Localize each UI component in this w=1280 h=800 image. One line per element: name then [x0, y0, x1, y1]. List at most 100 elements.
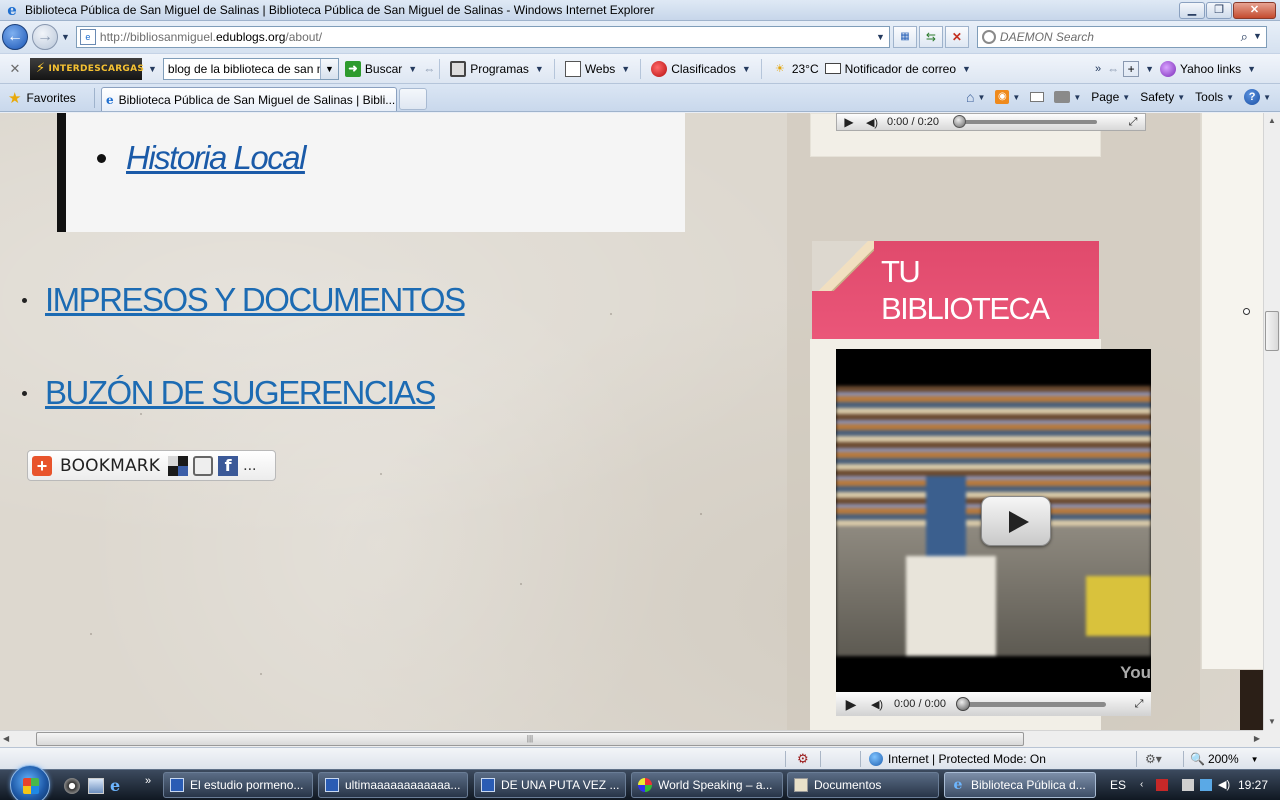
notificador-dropdown-icon[interactable]: ▼ [962, 64, 971, 74]
maximize-button[interactable]: ❐ [1206, 2, 1232, 19]
impresos-documentos-link[interactable]: IMPRESOS Y DOCUMENTOS [45, 281, 466, 319]
safety-menu[interactable]: Safety ▼ [1137, 87, 1188, 107]
scroll-down-icon[interactable]: ▼ [1264, 714, 1280, 730]
print-dropdown-icon[interactable]: ▼ [1073, 93, 1081, 102]
volume-icon[interactable]: ◀) [1218, 779, 1230, 791]
fullscreen-icon[interactable]: ⤢ [1127, 698, 1151, 711]
horizontal-scrollbar[interactable]: ◀ ||| ▶ [0, 730, 1263, 747]
taskbar-item[interactable]: El estudio pormeno... [163, 772, 313, 798]
horizontal-scroll-thumb[interactable]: ||| [36, 732, 1024, 746]
yahoo-dropdown-icon[interactable]: ▼ [1247, 64, 1256, 74]
scroll-right-icon[interactable]: ▶ [1254, 731, 1260, 747]
scroll-up-icon[interactable]: ▲ [1264, 113, 1280, 129]
youtube-logo[interactable]: You [1120, 663, 1151, 683]
yahoo-links-button[interactable]: Yahoo links [1160, 60, 1241, 77]
play-icon[interactable]: ▶ [837, 115, 861, 129]
popup-blocker-icon[interactable]: ⚙ [797, 750, 809, 768]
stop-icon[interactable]: ✕ [944, 26, 969, 48]
fullscreen-icon[interactable]: ⤢ [1121, 116, 1145, 129]
add-dropdown-icon[interactable]: ▼ [1145, 64, 1154, 74]
show-desktop-icon[interactable] [88, 778, 104, 794]
taskbar-item[interactable]: World Speaking – a... [631, 772, 783, 798]
toolbar-search-input[interactable]: blog de la biblioteca de san migu ▼ [162, 57, 339, 80]
digg-icon[interactable] [193, 455, 214, 476]
more-services[interactable]: ... [243, 457, 256, 475]
search-icon[interactable]: ⌕ [1241, 29, 1248, 45]
help-dropdown-icon[interactable]: ▼ [1263, 93, 1271, 102]
video-seek-bar[interactable] [956, 696, 1106, 711]
add-button-icon[interactable]: + [1123, 60, 1140, 77]
taskbar-item[interactable]: Documentos [787, 772, 939, 798]
historia-local-link[interactable]: Historia Local [126, 139, 306, 177]
zoom-dropdown-icon[interactable]: ▼ [1251, 755, 1259, 764]
audio-seek-bar[interactable] [953, 115, 1097, 128]
vertical-scrollbar[interactable]: ▲ ▼ [1263, 113, 1280, 730]
new-tab-button[interactable] [399, 88, 427, 110]
print-button[interactable]: ▼ [1051, 87, 1084, 107]
scroll-left-icon[interactable]: ◀ [3, 731, 9, 747]
feeds-button[interactable]: ◉ ▼ [992, 87, 1023, 107]
tray-app-icon[interactable] [1156, 779, 1168, 791]
seek-knob[interactable] [953, 115, 966, 128]
recent-pages-dropdown[interactable]: ▼ [61, 32, 70, 42]
webs-button[interactable]: Webs [564, 60, 615, 77]
interdescargas-logo[interactable]: ⚡ INTERDESCARGAS [30, 57, 144, 80]
address-url[interactable]: http://bibliosanmiguel.edublogs.org/abou… [100, 30, 322, 44]
search-input[interactable]: DAEMON Search ⌕ ▼ [976, 26, 1267, 48]
toolbar-search-dropdown-icon[interactable]: ▼ [319, 58, 338, 79]
toolbar-overflow-icon[interactable]: » [1095, 63, 1101, 75]
tab-biblioteca[interactable]: e Biblioteca Pública de San Miguel de Sal… [101, 87, 397, 111]
zoom-control[interactable]: 🔍 200% ▼ [1190, 750, 1259, 768]
video-play-button[interactable] [981, 496, 1051, 546]
network-icon[interactable] [1200, 779, 1212, 791]
programas-button[interactable]: Programas [450, 60, 529, 77]
refresh-icon[interactable]: ⇆ [918, 26, 943, 48]
quicklaunch-overflow-icon[interactable]: » [145, 775, 151, 787]
vertical-scroll-thumb[interactable] [1265, 311, 1279, 351]
programas-dropdown-icon[interactable]: ▼ [535, 64, 544, 74]
volume-icon[interactable]: ◀) [861, 116, 883, 129]
close-toolbar-icon[interactable]: ✕ [0, 61, 30, 77]
compatibility-view-icon[interactable]: ▦ [892, 26, 917, 48]
facebook-icon[interactable]: f [218, 455, 239, 476]
buzon-sugerencias-link[interactable]: BUZÓN DE SUGERENCIAS [45, 374, 436, 412]
feeds-dropdown-icon[interactable]: ▼ [1012, 93, 1020, 102]
taskbar-item-active[interactable]: e Biblioteca Pública d... [944, 772, 1096, 798]
search-options-dropdown-icon[interactable]: ▼ [1253, 31, 1262, 41]
clock[interactable]: 19:27 [1238, 778, 1268, 792]
youtube-video-player[interactable]: You ▶ ◀) 0:00 / 0:00 ⤢ [836, 349, 1151, 716]
tray-expand-icon[interactable]: ‹ [1140, 779, 1152, 791]
clasificados-button[interactable]: Clasificados [651, 60, 736, 77]
taskbar-item[interactable]: DE UNA PUTA VEZ ... [474, 772, 626, 798]
close-window-button[interactable]: ✕ [1233, 2, 1276, 19]
tools-menu[interactable]: Tools ▼ [1192, 87, 1237, 107]
security-zone[interactable]: Internet | Protected Mode: On [869, 750, 1046, 768]
clasificados-dropdown-icon[interactable]: ▼ [742, 64, 751, 74]
status-action-icon[interactable]: ⚙▾ [1145, 750, 1162, 768]
media-player-icon[interactable] [64, 778, 80, 794]
start-button[interactable] [10, 765, 50, 800]
page-menu[interactable]: Page ▼ [1088, 87, 1133, 107]
bookmark-button[interactable]: + BOOKMARK f ... [27, 450, 276, 481]
buscar-dropdown-icon[interactable]: ▼ [408, 64, 417, 74]
notificador-button[interactable]: Notificador de correo [824, 62, 956, 76]
buscar-button[interactable]: ➜ Buscar [344, 60, 402, 77]
back-button[interactable]: ← [2, 24, 28, 50]
help-button[interactable]: ? ▼ [1241, 87, 1274, 107]
weather-button[interactable]: ☀ 23°C [772, 61, 819, 77]
address-dropdown-icon[interactable]: ▼ [876, 32, 885, 42]
favorites-button[interactable]: ★ Favorites [8, 89, 94, 107]
delicious-icon[interactable] [168, 455, 189, 476]
play-icon[interactable]: ▶ [836, 696, 866, 713]
read-mail-button[interactable] [1027, 87, 1047, 107]
logo-dropdown-icon[interactable]: ▼ [148, 64, 157, 74]
home-button[interactable]: ⌂ ▼ [963, 87, 988, 107]
address-bar[interactable]: e http://bibliosanmiguel.edublogs.org/ab… [75, 26, 890, 48]
ie-quicklaunch-icon[interactable]: e [110, 778, 126, 794]
home-dropdown-icon[interactable]: ▼ [977, 93, 985, 102]
volume-icon[interactable]: ◀) [866, 698, 888, 711]
taskbar-item[interactable]: ultimaaaaaaaaaaaa... [318, 772, 468, 798]
language-indicator[interactable]: ES [1110, 778, 1126, 792]
power-icon[interactable] [1182, 779, 1194, 791]
webs-dropdown-icon[interactable]: ▼ [621, 64, 630, 74]
